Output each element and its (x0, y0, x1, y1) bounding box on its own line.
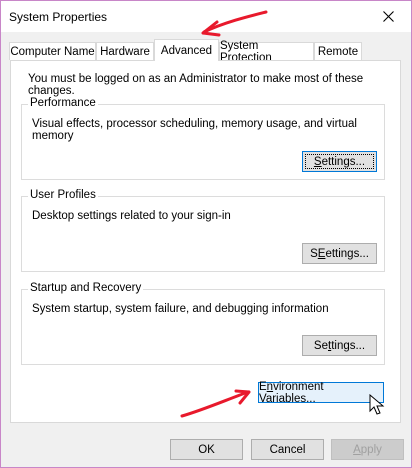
tab-advanced[interactable]: Advanced (154, 39, 219, 61)
window-title: System Properties (9, 10, 108, 24)
startup-recovery-description: System startup, system failure, and debu… (32, 303, 329, 315)
startup-recovery-settings-button[interactable]: Settings... (302, 335, 377, 356)
button-label-prefix: S (310, 247, 318, 260)
tab-computer-name[interactable]: Computer Name (9, 42, 96, 60)
button-label-prefix: E (259, 380, 267, 393)
close-icon (382, 11, 394, 22)
red-arrow-annotation (180, 389, 251, 418)
tab-label: Hardware (100, 45, 150, 58)
startup-recovery-group: Startup and Recovery System startup, sys… (21, 282, 385, 365)
button-label: ettings... (325, 247, 369, 260)
button-label: Cancel (269, 443, 306, 456)
button-label: ettings... (321, 155, 366, 168)
user-profiles-settings-button[interactable]: SEettings... (302, 243, 377, 264)
accelerator-key: S (313, 155, 322, 168)
tab-label: Advanced (160, 44, 213, 57)
accelerator-key: A (353, 443, 361, 456)
apply-button[interactable]: Apply (331, 439, 404, 460)
button-label: tings... (331, 339, 366, 352)
environment-variables-button[interactable]: Environment Variables... (258, 380, 384, 405)
cancel-button[interactable]: Cancel (251, 439, 324, 460)
tab-label: Computer Name (10, 45, 95, 58)
red-arrow-annotation (201, 10, 268, 37)
user-profiles-group: User Profiles Desktop settings related t… (21, 189, 385, 272)
startup-recovery-group-title: Startup and Recovery (28, 282, 144, 294)
performance-description: Visual effects, processor scheduling, me… (32, 118, 357, 142)
button-label-prefix: Se (313, 339, 328, 352)
user-profiles-group-title: User Profiles (28, 189, 98, 201)
tab-hardware[interactable]: Hardware (96, 42, 154, 60)
tab-remote[interactable]: Remote (314, 42, 362, 60)
performance-group-title: Performance (28, 97, 98, 109)
close-button[interactable] (365, 1, 411, 32)
performance-group: Performance Visual effects, processor sc… (21, 97, 385, 180)
mouse-pointer-icon (369, 394, 385, 415)
user-profiles-description: Desktop settings related to your sign-in (32, 210, 231, 222)
ok-button[interactable]: OK (170, 439, 243, 460)
button-label: pply (360, 443, 382, 456)
button-label: OK (198, 443, 215, 456)
tab-label: Remote (317, 45, 359, 58)
admin-note: You must be logged on as an Administrato… (28, 73, 364, 97)
tab-system-protection[interactable]: System Protection (219, 40, 314, 64)
performance-settings-button[interactable]: Settings... (302, 151, 377, 172)
